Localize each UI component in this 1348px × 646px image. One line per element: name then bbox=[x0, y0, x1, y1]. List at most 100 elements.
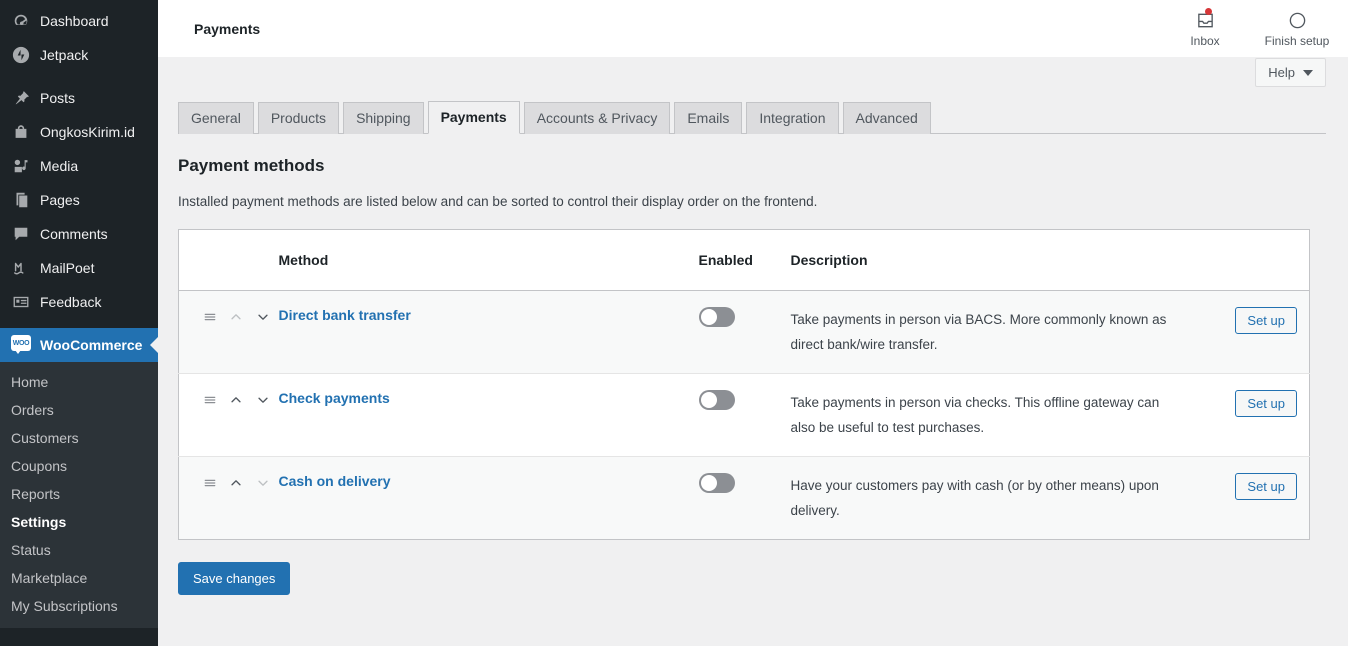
submenu-label: Coupons bbox=[11, 458, 68, 474]
sidebar-item-label: Media bbox=[40, 158, 79, 174]
sidebar-item-reports[interactable]: Reports bbox=[0, 480, 158, 508]
sidebar-item-dashboard[interactable]: Dashboard bbox=[0, 4, 158, 38]
tab-products[interactable]: Products bbox=[257, 102, 340, 134]
move-up-icon[interactable] bbox=[225, 473, 247, 493]
help-container: Help bbox=[1255, 58, 1326, 87]
sidebar-item-feedback[interactable]: Feedback bbox=[0, 285, 158, 319]
enable-toggle[interactable] bbox=[698, 390, 735, 410]
row-sort-controls bbox=[179, 374, 279, 457]
table-header-row: Method Enabled Description bbox=[178, 229, 1310, 291]
tab-accounts-privacy[interactable]: Accounts & Privacy bbox=[523, 102, 671, 134]
method-link[interactable]: Cash on delivery bbox=[279, 473, 391, 489]
sidebar-item-my-subscriptions[interactable]: My Subscriptions bbox=[0, 592, 158, 620]
sidebar-item-comments[interactable]: Comments bbox=[0, 217, 158, 251]
sidebar-item-settings[interactable]: Settings bbox=[0, 508, 158, 536]
sidebar-item-orders[interactable]: Orders bbox=[0, 396, 158, 424]
inbox-icon bbox=[1196, 8, 1215, 31]
section-description: Installed payment methods are listed bel… bbox=[178, 194, 818, 209]
settings-content: General Products Shipping Payments Accou… bbox=[158, 101, 1348, 595]
submenu-label: Home bbox=[11, 374, 49, 390]
tab-label: Products bbox=[270, 110, 327, 126]
payment-methods-table: Method Enabled Description Direct bank t… bbox=[178, 229, 1310, 540]
row-enabled bbox=[698, 291, 791, 374]
section-title: Payment methods bbox=[178, 156, 325, 175]
pin-icon bbox=[11, 88, 31, 108]
method-link[interactable]: Direct bank transfer bbox=[279, 307, 411, 323]
method-link[interactable]: Check payments bbox=[279, 390, 390, 406]
sidebar-item-posts[interactable]: Posts bbox=[0, 81, 158, 115]
tab-emails[interactable]: Emails bbox=[674, 102, 743, 134]
tab-label: General bbox=[191, 110, 241, 126]
table-row: Cash on delivery Have your customers pay… bbox=[178, 456, 1310, 540]
sidebar-item-media[interactable]: Media bbox=[0, 149, 158, 183]
toggle-knob bbox=[700, 475, 717, 491]
row-method: Check payments bbox=[279, 374, 699, 457]
tab-integration[interactable]: Integration bbox=[746, 102, 839, 134]
sidebar-item-customers[interactable]: Customers bbox=[0, 424, 158, 452]
feedback-icon bbox=[11, 292, 31, 312]
drag-handle-icon[interactable] bbox=[199, 473, 221, 493]
table-body: Direct bank transfer Take payments in pe… bbox=[178, 290, 1310, 540]
row-method: Direct bank transfer bbox=[279, 291, 699, 374]
inbox-button[interactable]: Inbox bbox=[1172, 8, 1238, 48]
submenu-label: Settings bbox=[11, 514, 67, 530]
move-down-icon[interactable] bbox=[252, 390, 274, 410]
woocommerce-logo: WOO bbox=[11, 335, 31, 355]
move-up-icon[interactable] bbox=[225, 307, 247, 327]
sidebar-item-coupons[interactable]: Coupons bbox=[0, 452, 158, 480]
jetpack-icon bbox=[11, 45, 31, 65]
sidebar-item-marketplace[interactable]: Marketplace bbox=[0, 564, 158, 592]
row-enabled bbox=[698, 374, 791, 457]
tab-label: Shipping bbox=[356, 110, 411, 126]
set-up-button[interactable]: Set up bbox=[1235, 390, 1297, 417]
submenu-label: Status bbox=[11, 542, 51, 558]
sidebar-item-status[interactable]: Status bbox=[0, 536, 158, 564]
tab-general[interactable]: General bbox=[178, 102, 254, 134]
page-header: Payments Inbox Finish setup bbox=[158, 0, 1348, 57]
admin-page: Dashboard Jetpack Posts OngkosKirim.id M… bbox=[0, 0, 1348, 646]
row-sort-controls bbox=[179, 457, 279, 540]
help-button[interactable]: Help bbox=[1255, 58, 1326, 87]
page-title: Payments bbox=[194, 20, 261, 37]
tab-label: Advanced bbox=[855, 110, 918, 126]
progress-circle-icon bbox=[1288, 9, 1307, 31]
sidebar-item-home[interactable]: Home bbox=[0, 368, 158, 396]
settings-tabs: General Products Shipping Payments Accou… bbox=[178, 101, 1326, 134]
row-description: Have your customers pay with cash (or by… bbox=[791, 457, 1198, 540]
enable-toggle[interactable] bbox=[698, 307, 735, 327]
bag-icon bbox=[11, 122, 31, 142]
tab-label: Integration bbox=[759, 110, 826, 126]
woocommerce-logo-mark: WOO bbox=[11, 335, 31, 354]
tab-payments[interactable]: Payments bbox=[427, 101, 520, 134]
sidebar-active-arrow-icon bbox=[150, 337, 158, 353]
sidebar-item-ongkoskirim[interactable]: OngkosKirim.id bbox=[0, 115, 158, 149]
drag-handle-icon[interactable] bbox=[199, 390, 221, 410]
tab-label: Payments bbox=[440, 109, 507, 125]
row-sort-controls bbox=[179, 291, 279, 374]
tab-label: Accounts & Privacy bbox=[536, 110, 658, 126]
save-changes-button[interactable]: Save changes bbox=[178, 562, 291, 595]
sidebar-item-label: Feedback bbox=[40, 294, 102, 310]
sidebar-item-mailpoet[interactable]: MailPoet bbox=[0, 251, 158, 285]
finish-setup-button[interactable]: Finish setup bbox=[1264, 9, 1330, 48]
inbox-notification-dot bbox=[1204, 8, 1212, 15]
submenu-label: Reports bbox=[11, 486, 61, 502]
pages-icon bbox=[11, 190, 31, 210]
tab-advanced[interactable]: Advanced bbox=[842, 102, 931, 134]
sidebar-item-pages[interactable]: Pages bbox=[0, 183, 158, 217]
set-up-button[interactable]: Set up bbox=[1235, 307, 1297, 334]
mailpoet-icon bbox=[11, 258, 31, 278]
sidebar-item-jetpack[interactable]: Jetpack bbox=[0, 38, 158, 72]
move-down-icon[interactable] bbox=[252, 473, 274, 493]
drag-handle-icon[interactable] bbox=[199, 307, 221, 327]
row-action: Set up bbox=[1198, 291, 1310, 374]
set-up-button[interactable]: Set up bbox=[1235, 473, 1297, 500]
enable-toggle[interactable] bbox=[698, 473, 735, 493]
sidebar-item-woocommerce[interactable]: WOO WooCommerce bbox=[0, 328, 158, 362]
description-text: Take payments in person via BACS. More c… bbox=[790, 312, 1167, 352]
sidebar-item-label: Pages bbox=[40, 192, 80, 208]
move-down-icon[interactable] bbox=[252, 307, 274, 327]
move-up-icon[interactable] bbox=[225, 390, 247, 410]
dashboard-icon bbox=[11, 11, 31, 31]
tab-shipping[interactable]: Shipping bbox=[343, 102, 424, 134]
